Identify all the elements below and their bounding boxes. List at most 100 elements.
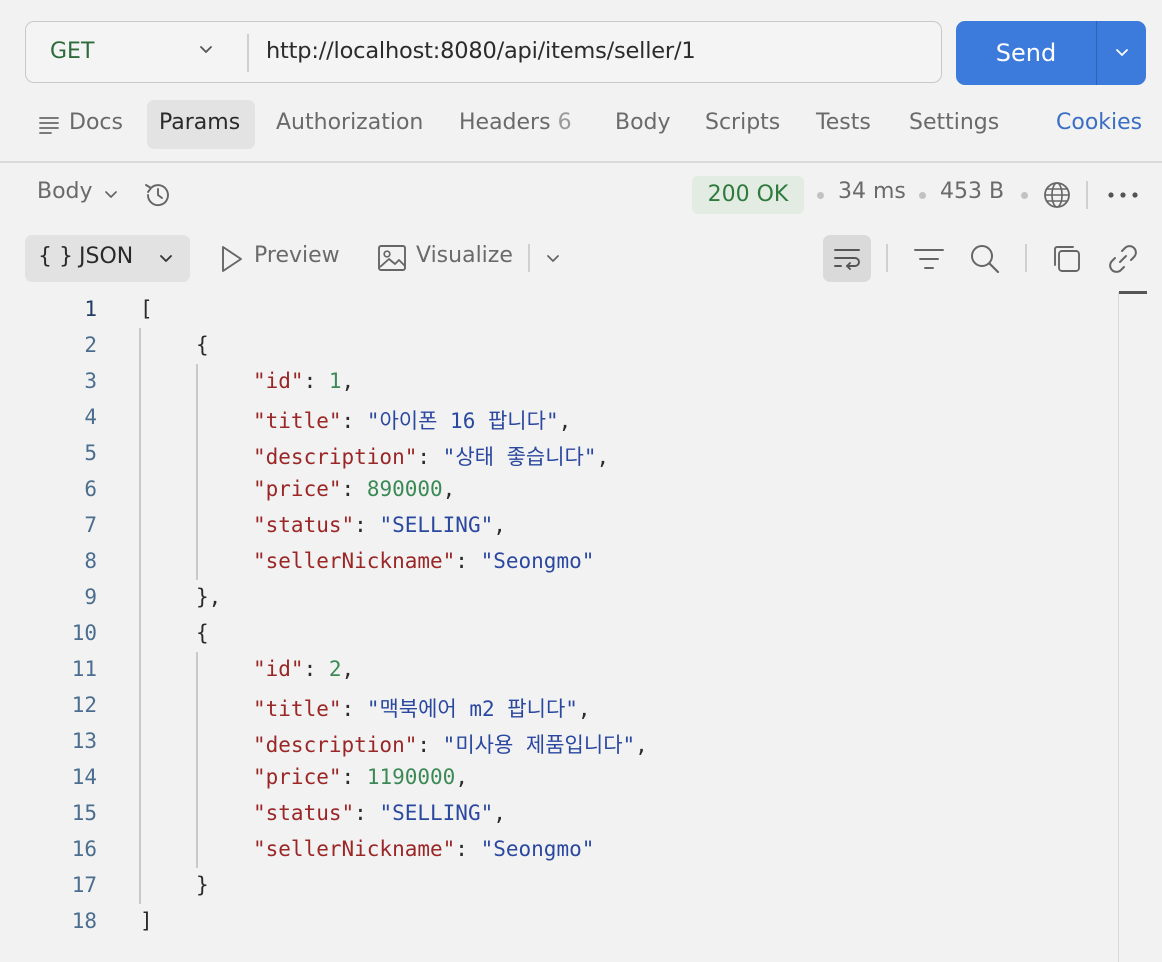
line-number: 4 xyxy=(84,405,97,429)
json-line: "title": "맥북에어 m2 팝니다", xyxy=(253,697,591,721)
status-text: 200 OK xyxy=(707,182,789,207)
tab-headers[interactable]: Headers 6 xyxy=(459,110,572,140)
chevron-down-icon[interactable] xyxy=(102,186,120,204)
globe-icon[interactable] xyxy=(1041,179,1073,211)
chevron-down-icon[interactable] xyxy=(1112,43,1132,63)
separator-dot xyxy=(817,192,824,199)
json-value: "Seongmo" xyxy=(480,837,595,861)
json-key: "status" xyxy=(253,801,355,825)
headers-count-badge: 6 xyxy=(557,110,572,135)
format-icon: { } xyxy=(38,244,73,269)
line-number: 5 xyxy=(84,441,97,465)
tab-settings[interactable]: Settings xyxy=(909,110,999,140)
json-key: "description" xyxy=(253,445,418,469)
format-select[interactable]: { } JSON xyxy=(25,235,190,282)
json-key: "id" xyxy=(253,657,304,681)
line-number: 18 xyxy=(71,909,97,933)
chevron-down-icon[interactable] xyxy=(196,40,216,60)
more-options-icon[interactable] xyxy=(1106,185,1140,205)
json-line: "title": "아이폰 16 팝니다", xyxy=(253,409,572,433)
line-number: 14 xyxy=(71,765,97,789)
json-line: "id": 2, xyxy=(253,657,355,681)
json-brace: }, xyxy=(196,585,222,609)
history-icon[interactable] xyxy=(142,179,174,211)
line-number: 9 xyxy=(84,585,97,609)
json-line: "price": 890000, xyxy=(253,477,456,501)
json-key: "id" xyxy=(253,369,304,393)
json-value: "미사용 제품입니다" xyxy=(442,733,636,757)
tab-body[interactable]: Body xyxy=(615,110,671,140)
separator-dot xyxy=(1021,192,1028,199)
line-number: 1 xyxy=(84,297,97,321)
json-value: 1 xyxy=(328,369,342,393)
json-line: "status": "SELLING", xyxy=(253,801,506,825)
json-key: "status" xyxy=(253,513,355,537)
json-value: "SELLING" xyxy=(379,513,494,537)
visualize-button[interactable]: Visualize xyxy=(416,243,513,268)
url-input[interactable]: http://localhost:8080/api/items/seller/1 xyxy=(266,38,696,64)
response-size[interactable]: 453 B xyxy=(940,179,1004,204)
tab-authorization[interactable]: Authorization xyxy=(276,110,423,140)
image-icon xyxy=(378,245,406,271)
line-number: 7 xyxy=(84,513,97,537)
play-icon xyxy=(222,246,242,272)
tab-tests[interactable]: Tests xyxy=(816,110,871,140)
json-key: "description" xyxy=(253,733,418,757)
line-number: 15 xyxy=(71,801,97,825)
method-select[interactable]: GET xyxy=(50,39,94,64)
json-key: "sellerNickname" xyxy=(253,837,456,861)
tab-params[interactable]: Params xyxy=(159,110,240,140)
separator-dot xyxy=(919,192,926,199)
response-body-select[interactable]: Body xyxy=(37,179,93,204)
response-time[interactable]: 34 ms xyxy=(838,179,906,204)
indent-guide xyxy=(139,328,141,904)
wrap-lines-icon xyxy=(834,249,860,270)
json-value: "상태 좋습니다" xyxy=(442,445,597,469)
scrollbar-track[interactable] xyxy=(1118,292,1119,962)
chevron-down-icon[interactable] xyxy=(543,249,563,269)
json-value: "SELLING" xyxy=(379,801,494,825)
status-badge[interactable]: 200 OK xyxy=(692,176,804,214)
wrap-lines-button[interactable] xyxy=(823,235,871,282)
indent-guide xyxy=(196,364,198,580)
line-number: 13 xyxy=(71,729,97,753)
json-key: "price" xyxy=(253,477,342,501)
link-icon[interactable] xyxy=(1106,242,1140,276)
line-number: 8 xyxy=(84,549,97,573)
divider xyxy=(1086,181,1088,209)
send-button[interactable]: Send xyxy=(956,21,1096,85)
filter-icon[interactable] xyxy=(912,244,946,274)
format-label: JSON xyxy=(79,244,134,269)
json-line: "description": "미사용 제품입니다", xyxy=(253,733,648,757)
tab-docs[interactable]: Docs xyxy=(69,110,123,140)
json-value: "아이폰 16 팝니다" xyxy=(366,409,559,433)
divider xyxy=(247,34,249,72)
json-brace: { xyxy=(196,333,209,357)
json-key: "title" xyxy=(253,697,342,721)
json-key: "price" xyxy=(253,765,342,789)
json-bracket: ] xyxy=(140,909,153,933)
send-divider xyxy=(1096,21,1097,85)
json-line: "sellerNickname": "Seongmo" xyxy=(253,837,595,861)
copy-icon[interactable] xyxy=(1050,242,1084,276)
scrollbar-thumb[interactable] xyxy=(1119,291,1147,294)
tab-scripts[interactable]: Scripts xyxy=(705,110,780,140)
json-value: "Seongmo" xyxy=(480,549,595,573)
line-number: 17 xyxy=(71,873,97,897)
line-number: 10 xyxy=(71,621,97,645)
json-value: "맥북에어 m2 팝니다" xyxy=(366,697,578,721)
json-key: "title" xyxy=(253,409,342,433)
line-number: 6 xyxy=(84,477,97,501)
json-line: "id": 1, xyxy=(253,369,355,393)
preview-button[interactable]: Preview xyxy=(254,243,340,268)
search-icon[interactable] xyxy=(968,242,1002,276)
divider xyxy=(528,244,530,272)
chevron-down-icon xyxy=(160,255,172,262)
request-bar: GET http://localhost:8080/api/items/sell… xyxy=(25,21,942,83)
indent-guide xyxy=(196,652,198,868)
divider xyxy=(0,161,1162,163)
json-brace: { xyxy=(196,621,209,645)
json-line: "sellerNickname": "Seongmo" xyxy=(253,549,595,573)
cookies-link[interactable]: Cookies xyxy=(1056,110,1142,140)
json-value: 2 xyxy=(328,657,342,681)
